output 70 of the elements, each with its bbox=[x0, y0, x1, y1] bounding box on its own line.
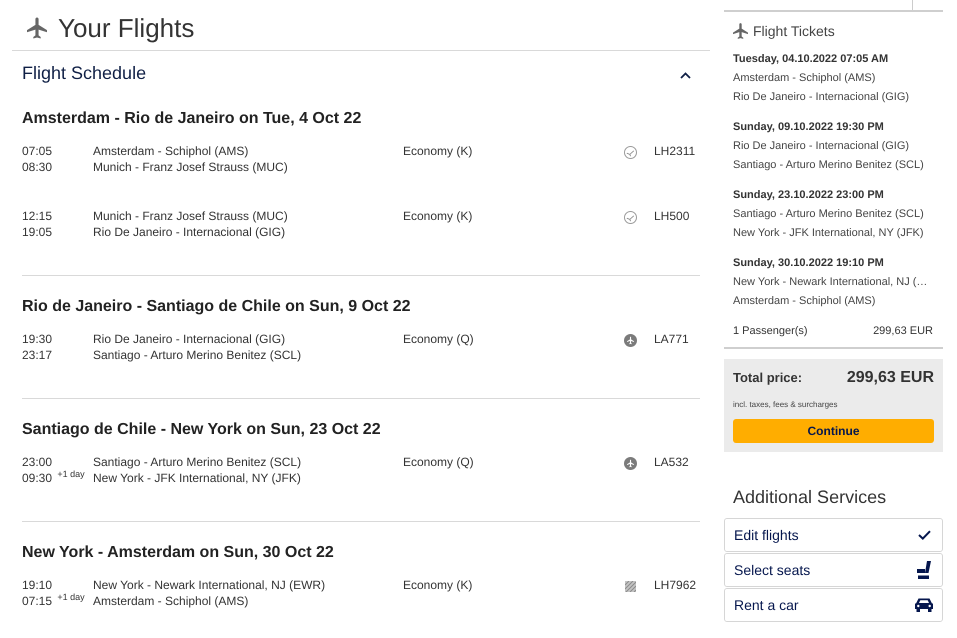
ticket-departure: Santiago - Arturo Merino Benitez (SCL) bbox=[733, 207, 925, 222]
departure-airport: Rio De Janeiro - Internacional (GIG) bbox=[93, 331, 286, 347]
passenger-count: 1 Passenger(s) bbox=[733, 324, 808, 339]
bird-ring-icon bbox=[624, 211, 637, 224]
arrival-airport: New York - JFK International, NY (JFK) bbox=[93, 470, 301, 486]
bird-ring-icon bbox=[624, 146, 637, 159]
leg-title: Santiago de Chile - New York on Sun, 23 Oct 22 bbox=[22, 420, 382, 440]
cabin-class: Economy (K) bbox=[403, 577, 472, 593]
plane-disc-icon bbox=[624, 334, 637, 347]
cabin-class: Economy (Q) bbox=[403, 331, 474, 347]
ticket-arrival: New York - JFK International, NY (JFK) bbox=[733, 226, 925, 241]
arrival-time: 09:30 $^{+1 day}$ bbox=[22, 470, 85, 486]
arrival-time: 23:17 bbox=[22, 347, 52, 363]
departure-airport: Santiago - Arturo Merino Benitez (SCL) bbox=[93, 454, 302, 470]
plane-disc-icon bbox=[624, 457, 637, 470]
departure-time: 23:00 bbox=[22, 454, 52, 470]
cabin-class: Economy (K) bbox=[403, 143, 472, 159]
departure-airport: Munich - Franz Josef Strauss (MUC) bbox=[93, 208, 288, 224]
chevron-icon[interactable] bbox=[680, 72, 691, 78]
tickets-title: Flight Tickets bbox=[753, 23, 835, 39]
airplane-icon bbox=[733, 23, 748, 39]
check-icon bbox=[918, 530, 931, 540]
departure-airport: New York - Newark International, NJ (EWR) bbox=[93, 577, 326, 593]
schedule-title: Flight Schedule bbox=[22, 62, 146, 84]
cabin-class: Economy (Q) bbox=[403, 454, 474, 470]
arrival-time: 07:15 $^{+1 day}$ bbox=[22, 593, 85, 609]
service-button[interactable]: Edit flights bbox=[724, 518, 943, 552]
ticket-arrival: Amsterdam - Schiphol (AMS) bbox=[733, 294, 876, 309]
ticket-date: Sunday, 23.10.2022 23:00 PM bbox=[733, 188, 885, 203]
ticket-departure: Amsterdam - Schiphol (AMS) bbox=[733, 71, 876, 86]
flight-number: LA771 bbox=[653, 331, 689, 347]
cabin-class: Economy (K) bbox=[403, 208, 472, 224]
airplane-icon bbox=[27, 16, 47, 38]
leg-title: New York - Amsterdam on Sun, 30 Oct 22 bbox=[22, 543, 335, 563]
service-button[interactable]: Select seats bbox=[724, 553, 943, 587]
ticket-date: Sunday, 30.10.2022 19:10 PM bbox=[733, 256, 885, 271]
total-price: 299,63 EUR bbox=[846, 368, 934, 388]
arrival-airport: Santiago - Arturo Merino Benitez (SCL) bbox=[93, 347, 302, 363]
ticket-arrival: Santiago - Arturo Merino Benitez (SCL) bbox=[733, 158, 925, 173]
arrival-airport: Munich - Franz Josef Strauss (MUC) bbox=[93, 159, 288, 175]
ticket-date: Sunday, 09.10.2022 19:30 PM bbox=[733, 120, 885, 135]
leg-title: Amsterdam - Rio de Janeiro on Tue, 4 Oct 22 bbox=[22, 109, 362, 129]
price-note: incl. taxes, fees & surcharges bbox=[733, 399, 838, 411]
ticket-arrival: Rio De Janeiro - Internacional (GIG) bbox=[733, 90, 910, 105]
departure-time: 19:10 bbox=[22, 577, 52, 593]
flight-number: LA532 bbox=[653, 454, 689, 470]
page-title: Your Flights bbox=[58, 12, 194, 42]
leg-title: Rio de Janeiro - Santiago de Chile on Sun, 9 Oct 22 bbox=[22, 297, 412, 317]
car-icon bbox=[915, 598, 933, 612]
flight-number: LH500 bbox=[653, 208, 690, 224]
continue-button[interactable]: Continue bbox=[733, 419, 934, 443]
arrival-time: 19:05 bbox=[22, 224, 52, 240]
flight-number: LH7962 bbox=[653, 577, 696, 593]
ticket-date: Tuesday, 04.10.2022 07:05 AM bbox=[733, 52, 890, 67]
departure-airport: Amsterdam - Schiphol (AMS) bbox=[93, 143, 248, 159]
seat-icon bbox=[917, 561, 931, 579]
arrival-airport: Amsterdam - Schiphol (AMS) bbox=[93, 593, 248, 609]
passenger-price: 299,63 EUR bbox=[873, 324, 933, 339]
ticket-departure: Rio De Janeiro - Internacional (GIG) bbox=[733, 139, 910, 154]
flight-number: LH2311 bbox=[653, 143, 696, 159]
ticket-departure: New York - Newark International, NJ (… bbox=[733, 275, 928, 290]
services-title: Additional Services bbox=[733, 486, 888, 508]
total-label: Total price: bbox=[733, 369, 802, 387]
striped-square-icon bbox=[625, 581, 636, 592]
departure-time: 12:15 bbox=[22, 208, 52, 224]
arrival-time: 08:30 bbox=[22, 159, 52, 175]
service-button[interactable]: Rent a car bbox=[724, 588, 943, 622]
departure-time: 07:05 bbox=[22, 143, 52, 159]
departure-time: 19:30 bbox=[22, 331, 52, 347]
arrival-airport: Rio De Janeiro - Internacional (GIG) bbox=[93, 224, 286, 240]
